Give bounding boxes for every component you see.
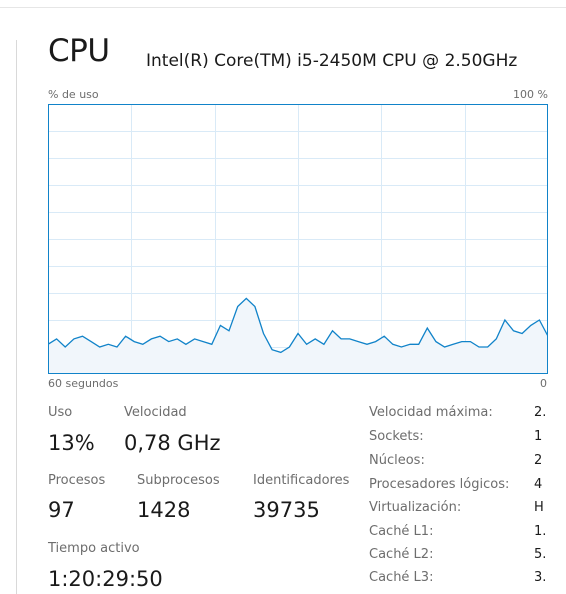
speed-label: Velocidad (124, 405, 187, 420)
cpu-usage-graph (48, 104, 548, 374)
info-value-cores: 2 (534, 453, 543, 468)
info-key-virtualization: Virtualización: (369, 500, 462, 515)
handles-label: Identificadores (253, 473, 350, 488)
info-value-sockets: 1 (534, 429, 543, 444)
info-key-sockets: Sockets: (369, 429, 424, 444)
info-key-l1-cache: Caché L1: (369, 524, 434, 539)
threads-value: 1428 (137, 498, 191, 522)
page-title: CPU (48, 33, 110, 69)
info-value-l1-cache: 1. (534, 524, 547, 539)
processes-value: 97 (48, 498, 75, 522)
info-value-max-speed: 2. (534, 405, 547, 420)
threads-label: Subprocesos (137, 473, 220, 488)
left-divider (16, 40, 17, 594)
x-axis-left-label: 60 segundos (48, 377, 119, 390)
usage-label: Uso (48, 405, 73, 420)
info-value-l3-cache: 3. (534, 570, 547, 585)
processes-label: Procesos (48, 473, 106, 488)
top-divider (0, 7, 566, 8)
info-key-l2-cache: Caché L2: (369, 547, 434, 562)
info-key-cores: Núcleos: (369, 453, 425, 468)
info-key-logical-processors: Procesadores lógicos: (369, 477, 510, 492)
uptime-value: 1:20:29:50 (48, 567, 163, 591)
usage-value: 13% (48, 431, 95, 455)
info-value-logical-processors: 4 (534, 477, 543, 492)
x-axis-right-label: 0 (540, 377, 547, 390)
uptime-label: Tiempo activo (48, 541, 140, 556)
y-axis-max-label: 100 % (513, 88, 548, 101)
info-key-l3-cache: Caché L3: (369, 570, 434, 585)
y-axis-label: % de uso (48, 88, 99, 101)
info-key-max-speed: Velocidad máxima: (369, 405, 493, 420)
handles-value: 39735 (253, 498, 320, 522)
speed-value: 0,78 GHz (124, 431, 221, 455)
info-value-virtualization: H (534, 500, 544, 515)
cpu-model-name: Intel(R) Core(TM) i5-2450M CPU @ 2.50GHz (146, 51, 518, 71)
info-value-l2-cache: 5. (534, 547, 547, 562)
